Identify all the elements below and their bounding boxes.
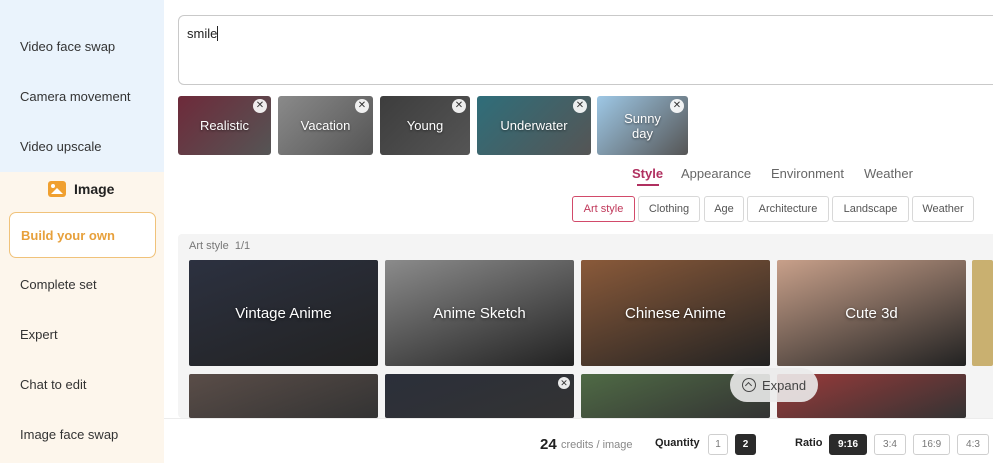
chevron-up-icon — [741, 378, 756, 392]
style-card[interactable] — [189, 374, 378, 418]
quantity-option-2[interactable]: 2 — [735, 434, 756, 455]
style-card-vintage-anime[interactable]: Vintage Anime — [189, 260, 378, 366]
close-icon[interactable]: ✕ — [452, 99, 466, 113]
chip-label: Realistic — [199, 118, 250, 133]
build-your-own-label: Build your own — [21, 227, 115, 243]
tag-chip-sunny-day[interactable]: Sunny day ✕ — [597, 96, 688, 155]
ratio-option-9-16[interactable]: 9:16 — [829, 434, 867, 455]
credits-unit: credits / image — [561, 439, 633, 451]
image-icon — [48, 181, 66, 197]
subtab-art-style[interactable]: Art style — [572, 196, 635, 222]
close-icon[interactable]: ✕ — [670, 99, 684, 113]
active-tab-indicator — [637, 184, 659, 186]
prompt-text: smile — [187, 26, 218, 41]
subtab-weather[interactable]: Weather — [912, 196, 974, 222]
chip-label: Underwater — [500, 118, 568, 133]
chip-label: Sunny day — [624, 110, 661, 141]
style-card-partial[interactable] — [972, 260, 993, 366]
ratio-label: Ratio — [795, 437, 823, 449]
sidebar-item-chat-to-edit[interactable]: Chat to edit — [20, 377, 87, 392]
style-card-chinese-anime[interactable]: Chinese Anime — [581, 260, 770, 366]
expand-label: Expand — [761, 377, 807, 393]
tag-chip-young[interactable]: Young ✕ — [380, 96, 470, 155]
close-icon[interactable]: ✕ — [253, 99, 267, 113]
prompt-input[interactable]: smile — [178, 15, 993, 85]
tag-chip-realistic[interactable]: Realistic ✕ — [178, 96, 271, 155]
chip-label: Young — [406, 118, 444, 133]
image-section-header: Image — [48, 181, 114, 197]
sidebar-item-video-face-swap[interactable]: Video face swap — [20, 39, 115, 54]
ratio-option-4-3[interactable]: 4:3 — [957, 434, 989, 455]
ratio-option-3-4[interactable]: 3:4 — [874, 434, 906, 455]
close-icon[interactable]: ✕ — [573, 99, 587, 113]
quantity-option-1[interactable]: 1 — [708, 434, 728, 455]
gallery-label: Art style 1/1 — [189, 240, 251, 252]
subtab-architecture[interactable]: Architecture — [747, 196, 829, 222]
close-icon[interactable]: ✕ — [558, 377, 570, 389]
sidebar-item-image-face-swap[interactable]: Image face swap — [20, 427, 118, 442]
card-label: Anime Sketch — [433, 304, 526, 322]
card-label: Chinese Anime — [625, 304, 726, 322]
sidebar-item-video-upscale[interactable]: Video upscale — [20, 139, 101, 154]
credits-count: 24 — [540, 436, 557, 453]
tab-appearance[interactable]: Appearance — [681, 166, 751, 181]
tag-chip-underwater[interactable]: Underwater ✕ — [477, 96, 591, 155]
tab-weather[interactable]: Weather — [864, 166, 913, 181]
sidebar-item-complete-set[interactable]: Complete set — [20, 277, 97, 292]
image-section-title: Image — [74, 181, 115, 197]
style-card-cute-3d[interactable]: Cute 3d — [777, 260, 966, 366]
chip-label: Vacation — [300, 118, 351, 133]
style-card[interactable]: ✕ — [385, 374, 574, 418]
ratio-option-16-9[interactable]: 16:9 — [913, 434, 950, 455]
text-caret — [217, 26, 218, 41]
close-icon[interactable]: ✕ — [355, 99, 369, 113]
tag-chip-vacation[interactable]: Vacation ✕ — [278, 96, 373, 155]
subtab-age[interactable]: Age — [704, 196, 744, 222]
sidebar-item-expert[interactable]: Expert — [20, 327, 58, 342]
card-label: Vintage Anime — [235, 304, 332, 322]
sidebar-item-camera-movement[interactable]: Camera movement — [20, 89, 131, 104]
tab-style[interactable]: Style — [632, 166, 663, 181]
tab-environment[interactable]: Environment — [771, 166, 844, 181]
style-card-anime-sketch[interactable]: Anime Sketch — [385, 260, 574, 366]
sidebar-item-build-your-own[interactable]: Build your own — [9, 212, 156, 258]
expand-button[interactable]: Expand — [730, 368, 818, 402]
card-label: Cute 3d — [845, 304, 898, 322]
quantity-label: Quantity — [655, 437, 700, 449]
subtab-clothing[interactable]: Clothing — [638, 196, 700, 222]
subtab-landscape[interactable]: Landscape — [832, 196, 909, 222]
